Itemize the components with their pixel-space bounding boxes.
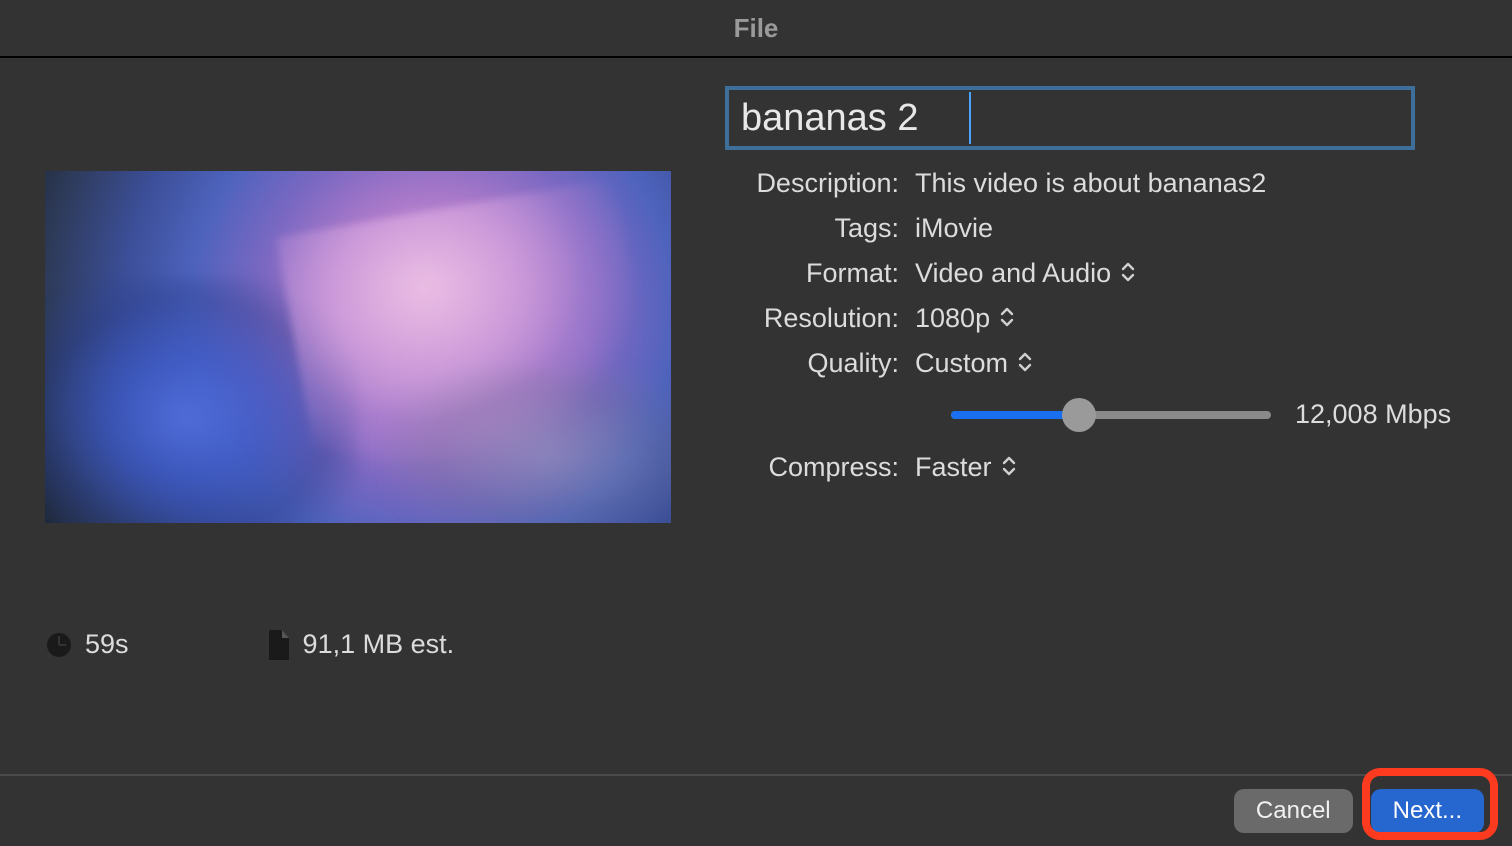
description-value[interactable]: This video is about bananas2 (915, 168, 1266, 199)
file-icon (267, 630, 291, 660)
resolution-value: 1080p (915, 303, 990, 334)
bitrate-value: 12,008 Mbps (1295, 399, 1451, 430)
chevron-updown-icon (1000, 303, 1014, 334)
chevron-updown-icon (1018, 348, 1032, 379)
compress-popup[interactable]: Faster (915, 452, 1016, 483)
dialog-footer: Cancel Next... (0, 774, 1512, 846)
next-button[interactable]: Next... (1371, 789, 1484, 833)
quality-value: Custom (915, 348, 1008, 379)
window-title: File (0, 0, 1512, 58)
tags-value[interactable]: iMovie (915, 213, 993, 244)
tags-label: Tags: (725, 213, 915, 244)
dialog-body: 59s 91,1 MB est. Description: Th (0, 58, 1512, 846)
resolution-popup[interactable]: 1080p (915, 303, 1014, 334)
compress-value: Faster (915, 452, 992, 483)
video-thumbnail (45, 171, 671, 523)
format-popup[interactable]: Video and Audio (915, 258, 1135, 289)
quality-label: Quality: (725, 348, 915, 379)
clock-icon (45, 631, 73, 659)
filesize-value: 91,1 MB est. (303, 629, 455, 660)
resolution-label: Resolution: (725, 303, 915, 334)
quality-popup[interactable]: Custom (915, 348, 1032, 379)
bitrate-slider[interactable] (951, 403, 1271, 427)
duration-value: 59s (85, 629, 129, 660)
filename-input[interactable] (725, 86, 1415, 150)
chevron-updown-icon (1002, 452, 1016, 483)
chevron-updown-icon (1121, 258, 1135, 289)
format-value: Video and Audio (915, 258, 1111, 289)
cancel-button[interactable]: Cancel (1234, 789, 1353, 833)
description-label: Description: (725, 168, 915, 199)
compress-label: Compress: (725, 452, 915, 483)
format-label: Format: (725, 258, 915, 289)
text-cursor (969, 92, 971, 144)
